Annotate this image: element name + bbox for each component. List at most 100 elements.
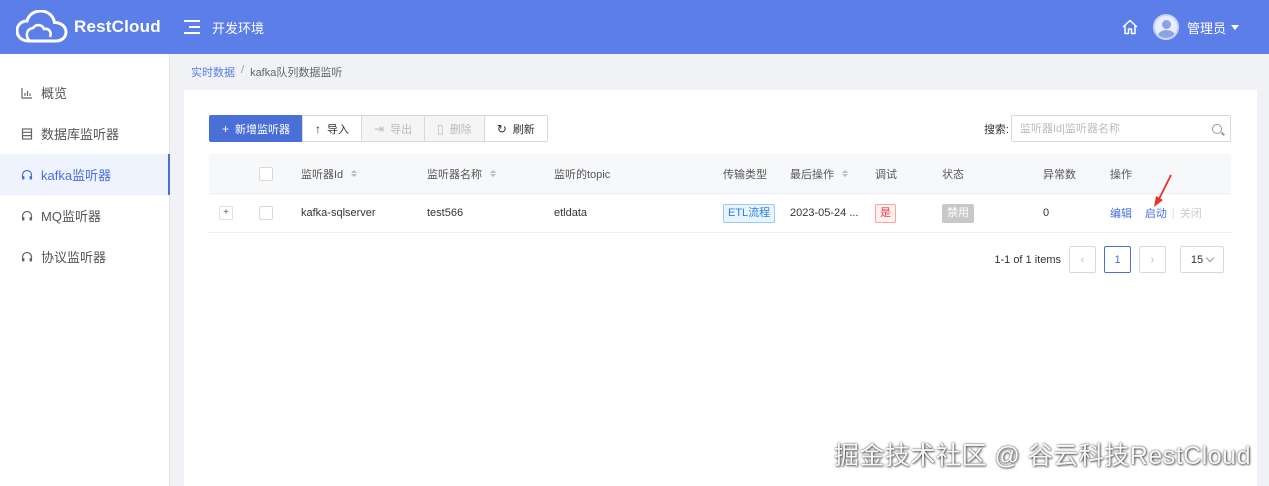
refresh-label: 刷新	[512, 123, 535, 136]
cell-errors: 0	[1043, 207, 1050, 219]
column-label: 监听器Id	[301, 168, 344, 181]
cloud-logo-icon	[16, 10, 68, 43]
prev-page-button[interactable]: ‹	[1069, 246, 1096, 273]
logo[interactable]: RestCloud	[0, 10, 170, 44]
export-label: 导出	[390, 123, 413, 136]
column-label: 操作	[1110, 168, 1132, 181]
breadcrumb-separator: /	[241, 64, 245, 76]
sidebar: 概览 数据库监听器 kafka监听器 MQ监听器 协议监听器	[0, 54, 170, 486]
column-header-errors: 异常数	[1043, 166, 1110, 182]
headset-icon	[20, 209, 34, 223]
trash-icon: ▯	[437, 121, 444, 136]
table-header: 监听器Id 监听器名称 监听的topic 传输类型 最后操作 调试 状态 异常数…	[209, 154, 1231, 194]
close-link[interactable]: 关闭	[1180, 205, 1202, 221]
search-icon[interactable]	[1212, 123, 1222, 134]
next-page-button[interactable]: ›	[1139, 246, 1166, 273]
action-divider: |	[1137, 207, 1140, 219]
watermark: 掘金技术社区 @ 谷云科技RestCloud	[834, 442, 1251, 470]
table-row: + kafka-sqlserver test566 etldata ETL流程 …	[209, 194, 1231, 233]
column-header-last-op[interactable]: 最后操作	[790, 166, 875, 182]
transfer-type-tag: ETL流程	[723, 203, 776, 223]
status-badge: 禁用	[942, 203, 974, 223]
plus-icon: +	[222, 121, 230, 136]
main-card: + 新增监听器 ↑ 导入 ⇥ 导出 ▯ 删除 ↻ 刷新 搜索: 监听器Id|监听…	[184, 90, 1257, 486]
edit-link[interactable]: 编辑	[1110, 205, 1132, 221]
column-header-transfer-type: 传输类型	[723, 166, 790, 182]
avatar[interactable]	[1152, 14, 1179, 40]
cell-topic: etldata	[554, 207, 588, 219]
column-header-topic: 监听的topic	[554, 166, 723, 182]
listener-table: 监听器Id 监听器名称 监听的topic 传输类型 最后操作 调试 状态 异常数…	[209, 154, 1231, 233]
sidebar-item-label: 概览	[41, 86, 68, 101]
arrow-up-icon: ↑	[315, 121, 322, 136]
column-header-debug: 调试	[875, 166, 942, 182]
column-label: 监听的topic	[554, 168, 611, 181]
checkbox-cell	[259, 206, 301, 220]
import-button[interactable]: ↑ 导入	[302, 115, 363, 142]
page-size-value: 15	[1190, 253, 1204, 266]
page-button-current[interactable]: 1	[1104, 246, 1131, 273]
import-label: 导入	[327, 123, 350, 136]
column-label: 状态	[942, 168, 964, 181]
breadcrumb-current: kafka队列数据监听	[250, 67, 343, 79]
sidebar-item-label: 协议监听器	[41, 250, 107, 265]
sidebar-item-overview[interactable]: 概览	[0, 72, 169, 113]
annotation-arrow-icon	[1154, 174, 1172, 207]
pagination-summary: 1-1 of 1 items	[994, 253, 1061, 266]
cell-transfer-type: ETL流程	[723, 203, 790, 223]
cell-debug: 是	[875, 203, 942, 223]
expand-row-button[interactable]: +	[219, 206, 233, 220]
sidebar-item-label: kafka监听器	[41, 168, 112, 183]
search-box[interactable]	[1011, 115, 1231, 142]
sidebar-item-protocol-listener[interactable]: 协议监听器	[0, 236, 169, 277]
breadcrumb-parent[interactable]: 实时数据	[191, 64, 235, 80]
top-header: RestCloud 开发环境 管理员	[0, 0, 1269, 54]
row-checkbox[interactable]	[259, 206, 273, 220]
cell-last-op: 2023-05-24 ...	[790, 207, 859, 219]
column-header-id[interactable]: 监听器Id	[301, 166, 427, 182]
bar-chart-icon	[20, 86, 34, 100]
delete-label: 删除	[449, 123, 472, 136]
page-size-select[interactable]: 15	[1180, 246, 1224, 273]
cell-name: test566	[427, 207, 464, 219]
refresh-button[interactable]: ↻ 刷新	[483, 115, 548, 142]
chevron-down-icon	[1205, 253, 1215, 262]
sidebar-item-kafka-listener[interactable]: kafka监听器	[0, 154, 170, 195]
add-listener-label: 新增监听器	[235, 123, 291, 136]
sidebar-item-mq-listener[interactable]: MQ监听器	[0, 195, 169, 236]
headset-icon	[20, 250, 34, 264]
sort-icon[interactable]	[490, 170, 496, 177]
add-listener-button[interactable]: + 新增监听器	[209, 115, 304, 142]
delete-button[interactable]: ▯ 删除	[424, 115, 485, 142]
database-icon	[20, 127, 34, 141]
search-input[interactable]	[1020, 122, 1212, 135]
column-label: 传输类型	[723, 168, 767, 181]
cell-id: kafka-sqlserver	[301, 207, 376, 219]
debug-tag: 是	[875, 203, 896, 223]
headset-icon	[20, 168, 34, 182]
user-name[interactable]: 管理员	[1187, 18, 1226, 37]
sidebar-item-label: MQ监听器	[41, 209, 101, 224]
menu-toggle-icon[interactable]	[184, 20, 200, 34]
column-header-name[interactable]: 监听器名称	[427, 166, 554, 182]
checkbox-header-cell	[259, 166, 301, 181]
caret-down-icon[interactable]	[1231, 24, 1239, 30]
sort-icon[interactable]	[351, 170, 358, 177]
sidebar-item-database-listener[interactable]: 数据库监听器	[0, 113, 169, 154]
column-label: 调试	[875, 168, 897, 181]
toolbar: + 新增监听器 ↑ 导入 ⇥ 导出 ▯ 删除 ↻ 刷新	[209, 115, 548, 142]
column-header-status: 状态	[942, 166, 1043, 182]
cell-status: 禁用	[942, 203, 1043, 223]
refresh-icon: ↻	[496, 121, 507, 136]
export-button[interactable]: ⇥ 导出	[361, 115, 426, 142]
select-all-checkbox[interactable]	[259, 166, 273, 181]
column-label: 最后操作	[790, 168, 834, 181]
environment-title: 开发环境	[212, 20, 265, 36]
pagination: 1-1 of 1 items ‹ 1 › 15	[994, 246, 1224, 273]
search-label: 搜索:	[983, 123, 1009, 136]
home-icon[interactable]	[1121, 18, 1139, 36]
export-icon: ⇥	[374, 121, 385, 136]
expand-cell: +	[209, 206, 259, 220]
brand-name: RestCloud	[74, 17, 161, 36]
sort-icon[interactable]	[842, 170, 848, 177]
